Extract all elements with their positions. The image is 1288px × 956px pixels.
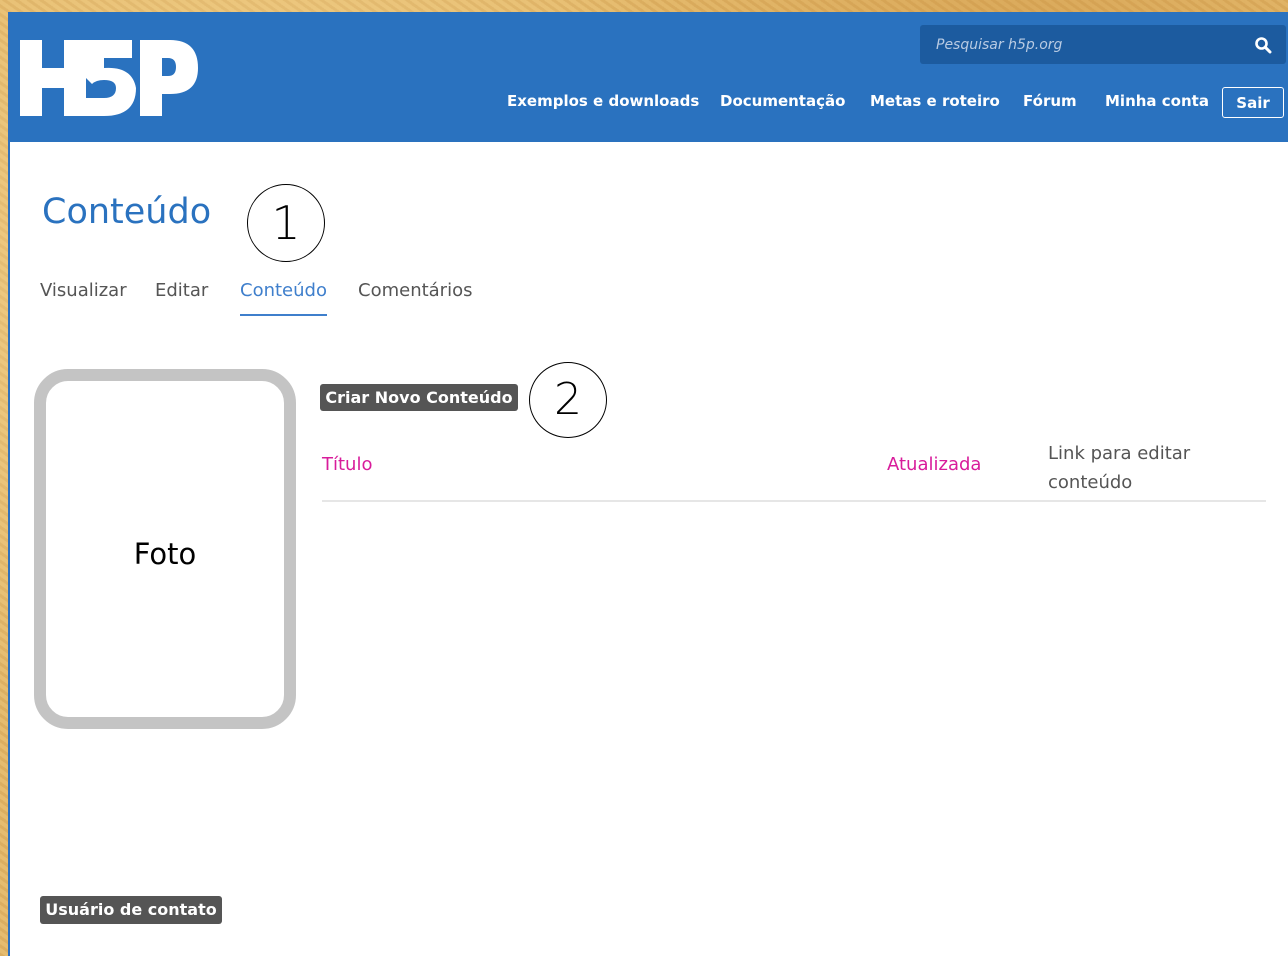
tab-content[interactable]: Conteúdo bbox=[240, 280, 327, 316]
site-header: Exemplos e downloads Documentação Metas … bbox=[10, 12, 1288, 142]
nav-item-documentation[interactable]: Documentação bbox=[720, 92, 845, 110]
table-header-divider bbox=[322, 500, 1266, 502]
tab-view[interactable]: Visualizar bbox=[40, 280, 127, 301]
search-box[interactable] bbox=[920, 25, 1286, 64]
page-title: Conteúdo bbox=[42, 192, 212, 232]
nav-item-my-account[interactable]: Minha conta bbox=[1105, 92, 1209, 110]
annotation-marker-2: 2 bbox=[529, 362, 607, 438]
logout-button[interactable]: Sair bbox=[1222, 87, 1284, 118]
photo-label: Foto bbox=[133, 537, 197, 571]
h5p-logo[interactable] bbox=[20, 38, 200, 118]
search-icon[interactable] bbox=[1254, 36, 1272, 54]
column-header-edit-link-line1: Link para editar bbox=[1048, 443, 1191, 464]
nav-item-examples[interactable]: Exemplos e downloads bbox=[507, 92, 699, 110]
column-header-edit-link: Link para editar conteúdo bbox=[1048, 439, 1190, 497]
annotation-marker-1: 1 bbox=[247, 184, 325, 262]
column-header-updated[interactable]: Atualizada bbox=[887, 454, 981, 475]
tab-edit[interactable]: Editar bbox=[155, 280, 208, 301]
column-header-title[interactable]: Título bbox=[322, 454, 372, 475]
contact-user-button[interactable]: Usuário de contato bbox=[40, 896, 222, 924]
nav-item-forum[interactable]: Fórum bbox=[1023, 92, 1077, 110]
tab-comments[interactable]: Comentários bbox=[358, 280, 472, 301]
column-header-edit-link-line2: conteúdo bbox=[1048, 472, 1133, 493]
create-content-button[interactable]: Criar Novo Conteúdo bbox=[320, 384, 518, 411]
page-frame: Exemplos e downloads Documentação Metas … bbox=[8, 12, 1288, 956]
nav-item-goals[interactable]: Metas e roteiro bbox=[870, 92, 1000, 110]
profile-photo-placeholder: Foto bbox=[34, 369, 296, 729]
search-input[interactable] bbox=[920, 25, 1240, 64]
